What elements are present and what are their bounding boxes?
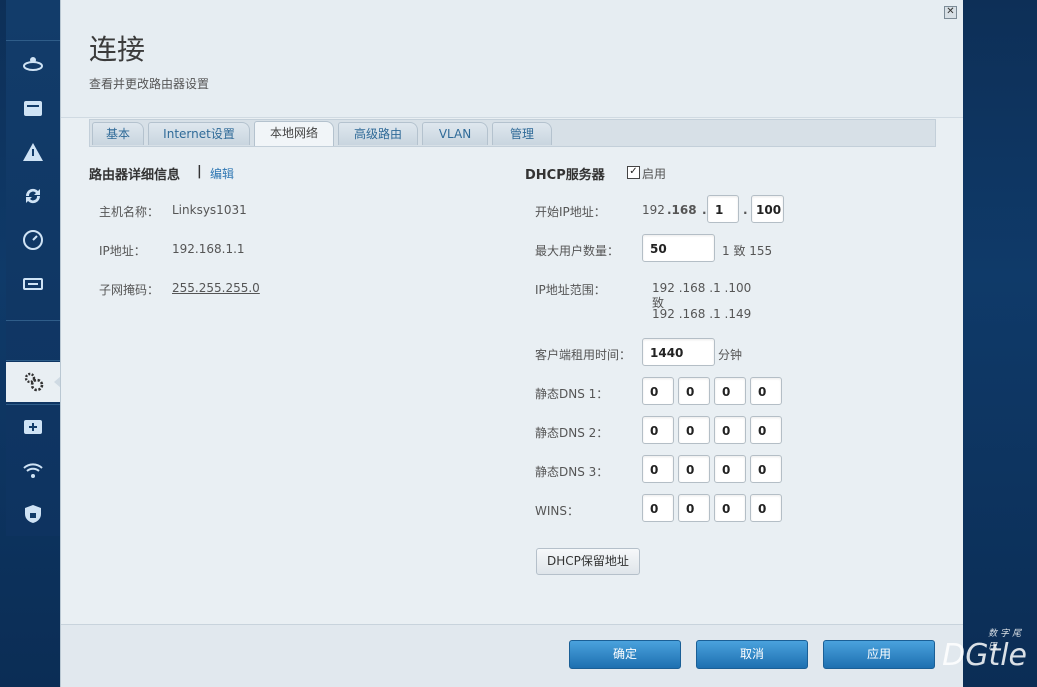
tab-local-network[interactable]: 本地网络: [254, 121, 334, 146]
dns1-octet-input[interactable]: 0: [642, 377, 674, 405]
close-icon[interactable]: ✕: [944, 6, 957, 19]
speed-icon: [23, 230, 43, 250]
dns1-octet-input[interactable]: 0: [678, 377, 710, 405]
sidebar-item-health[interactable]: [6, 406, 60, 446]
cancel-button[interactable]: 取消: [696, 640, 808, 669]
hostname-label: 主机名称：: [99, 205, 160, 219]
dns3-octet-input[interactable]: 0: [678, 455, 710, 483]
dns1-octet-input[interactable]: 0: [750, 377, 782, 405]
warning-icon: [23, 143, 43, 161]
lease-time-input[interactable]: 1440: [642, 338, 715, 366]
sidebar-item-usb[interactable]: [6, 264, 60, 304]
wins-label: WINS：: [535, 504, 579, 518]
wins-octet-input[interactable]: 0: [642, 494, 674, 522]
max-users-label: 最大用户数量：: [535, 244, 620, 258]
tab-vlan[interactable]: VLAN: [422, 122, 488, 145]
dhcp-reservation-button[interactable]: DHCP保留地址: [536, 548, 640, 575]
wifi-settings-icon: [23, 463, 43, 478]
mask-value[interactable]: 255.255.255.0: [172, 281, 260, 295]
hostname-value: Linksys1031: [172, 203, 247, 217]
wins-octet-input[interactable]: 0: [678, 494, 710, 522]
edit-link[interactable]: 编辑: [210, 165, 234, 182]
dns2-octet-input[interactable]: 0: [678, 416, 710, 444]
start-ip-label: 开始IP地址：: [535, 205, 606, 219]
dhcp-title: DHCP服务器: [525, 168, 605, 183]
ip-dot: .: [702, 203, 707, 217]
ip-label: IP地址：: [99, 244, 146, 258]
tab-internet[interactable]: Internet设置: [148, 122, 250, 145]
dhcp-enable-checkbox[interactable]: ✓: [627, 166, 640, 179]
tab-basic[interactable]: 基本: [92, 122, 144, 145]
dns3-octet-input[interactable]: 0: [750, 455, 782, 483]
dns3-label: 静态DNS 3：: [535, 465, 609, 479]
left-sidebar: [6, 0, 61, 536]
lease-time-label: 客户端租用时间：: [535, 348, 632, 362]
start-ip-octet-2: .168: [667, 203, 697, 217]
sidebar-item-connectivity[interactable]: [6, 362, 61, 402]
sidebar-item-network-map[interactable]: [6, 44, 60, 84]
wins-octet-input[interactable]: 0: [750, 494, 782, 522]
calendar-icon: [24, 101, 42, 116]
dns2-octet-input[interactable]: 0: [642, 416, 674, 444]
update-icon: [25, 188, 41, 204]
start-ip-octet-3-input[interactable]: 1: [707, 195, 739, 223]
dns2-label: 静态DNS 2：: [535, 426, 609, 440]
dns1-label: 静态DNS 1：: [535, 387, 609, 401]
max-users-range: 1 致 155: [722, 244, 773, 258]
dhcp-enable-label: 启用: [642, 167, 667, 181]
sidebar-divider: [6, 404, 60, 405]
sidebar-item-security[interactable]: [6, 494, 60, 534]
dns1-octet-input[interactable]: 0: [714, 377, 746, 405]
ip-range-start: 192 .168 .1 .100: [652, 281, 752, 295]
page-title: 连接: [89, 33, 146, 66]
sidebar-divider: [6, 320, 60, 321]
wins-octet-input[interactable]: 0: [714, 494, 746, 522]
tab-bar: 基本 Internet设置 本地网络 高级路由 VLAN 管理: [89, 119, 936, 147]
start-ip-octet-4-input[interactable]: 100: [751, 195, 784, 223]
sidebar-item-troubleshoot[interactable]: [6, 132, 60, 172]
ip-range-end: 192 .168 .1 .149: [652, 307, 752, 321]
usb-icon: [23, 278, 43, 290]
sidebar-divider: [6, 40, 60, 41]
tab-advanced-routing[interactable]: 高级路由: [338, 122, 418, 145]
ok-button[interactable]: 确定: [569, 640, 681, 669]
dns2-octet-input[interactable]: 0: [750, 416, 782, 444]
dns3-octet-input[interactable]: 0: [714, 455, 746, 483]
router-icon: [23, 57, 43, 71]
start-ip-octet-1: 192: [642, 203, 665, 217]
connectivity-dialog: 连接 查看并更改路由器设置 ✕ 基本 Internet设置 本地网络 高级路由 …: [60, 0, 963, 687]
ip-value: 192.168.1.1: [172, 242, 245, 256]
watermark-logo: 数字尾巴 DGtle: [942, 629, 1027, 673]
sidebar-divider: [6, 360, 60, 361]
ip-range-label: IP地址范围：: [535, 283, 606, 297]
gear-icon: [24, 372, 44, 392]
dns3-octet-input[interactable]: 0: [642, 455, 674, 483]
medkit-icon: [24, 420, 42, 434]
max-users-input[interactable]: 50: [642, 234, 715, 262]
lease-time-unit: 分钟: [718, 348, 743, 362]
router-details-title: 路由器详细信息: [89, 168, 181, 183]
dns2-octet-input[interactable]: 0: [714, 416, 746, 444]
sidebar-item-speedtest[interactable]: [6, 220, 60, 260]
apply-button[interactable]: 应用: [823, 640, 935, 669]
security-icon: [25, 505, 41, 523]
dialog-header: 连接 查看并更改路由器设置 ✕: [61, 0, 963, 118]
sidebar-item-parental[interactable]: [6, 88, 60, 128]
title-separator: |: [197, 164, 202, 179]
sidebar-item-wireless[interactable]: [6, 450, 60, 490]
watermark-tagline: 数字尾巴: [988, 629, 1025, 652]
page-subtitle: 查看并更改路由器设置: [89, 77, 210, 91]
tab-admin[interactable]: 管理: [492, 122, 552, 145]
ip-dot: .: [743, 203, 748, 217]
sidebar-item-update[interactable]: [6, 176, 60, 216]
mask-label: 子网掩码：: [99, 283, 160, 297]
